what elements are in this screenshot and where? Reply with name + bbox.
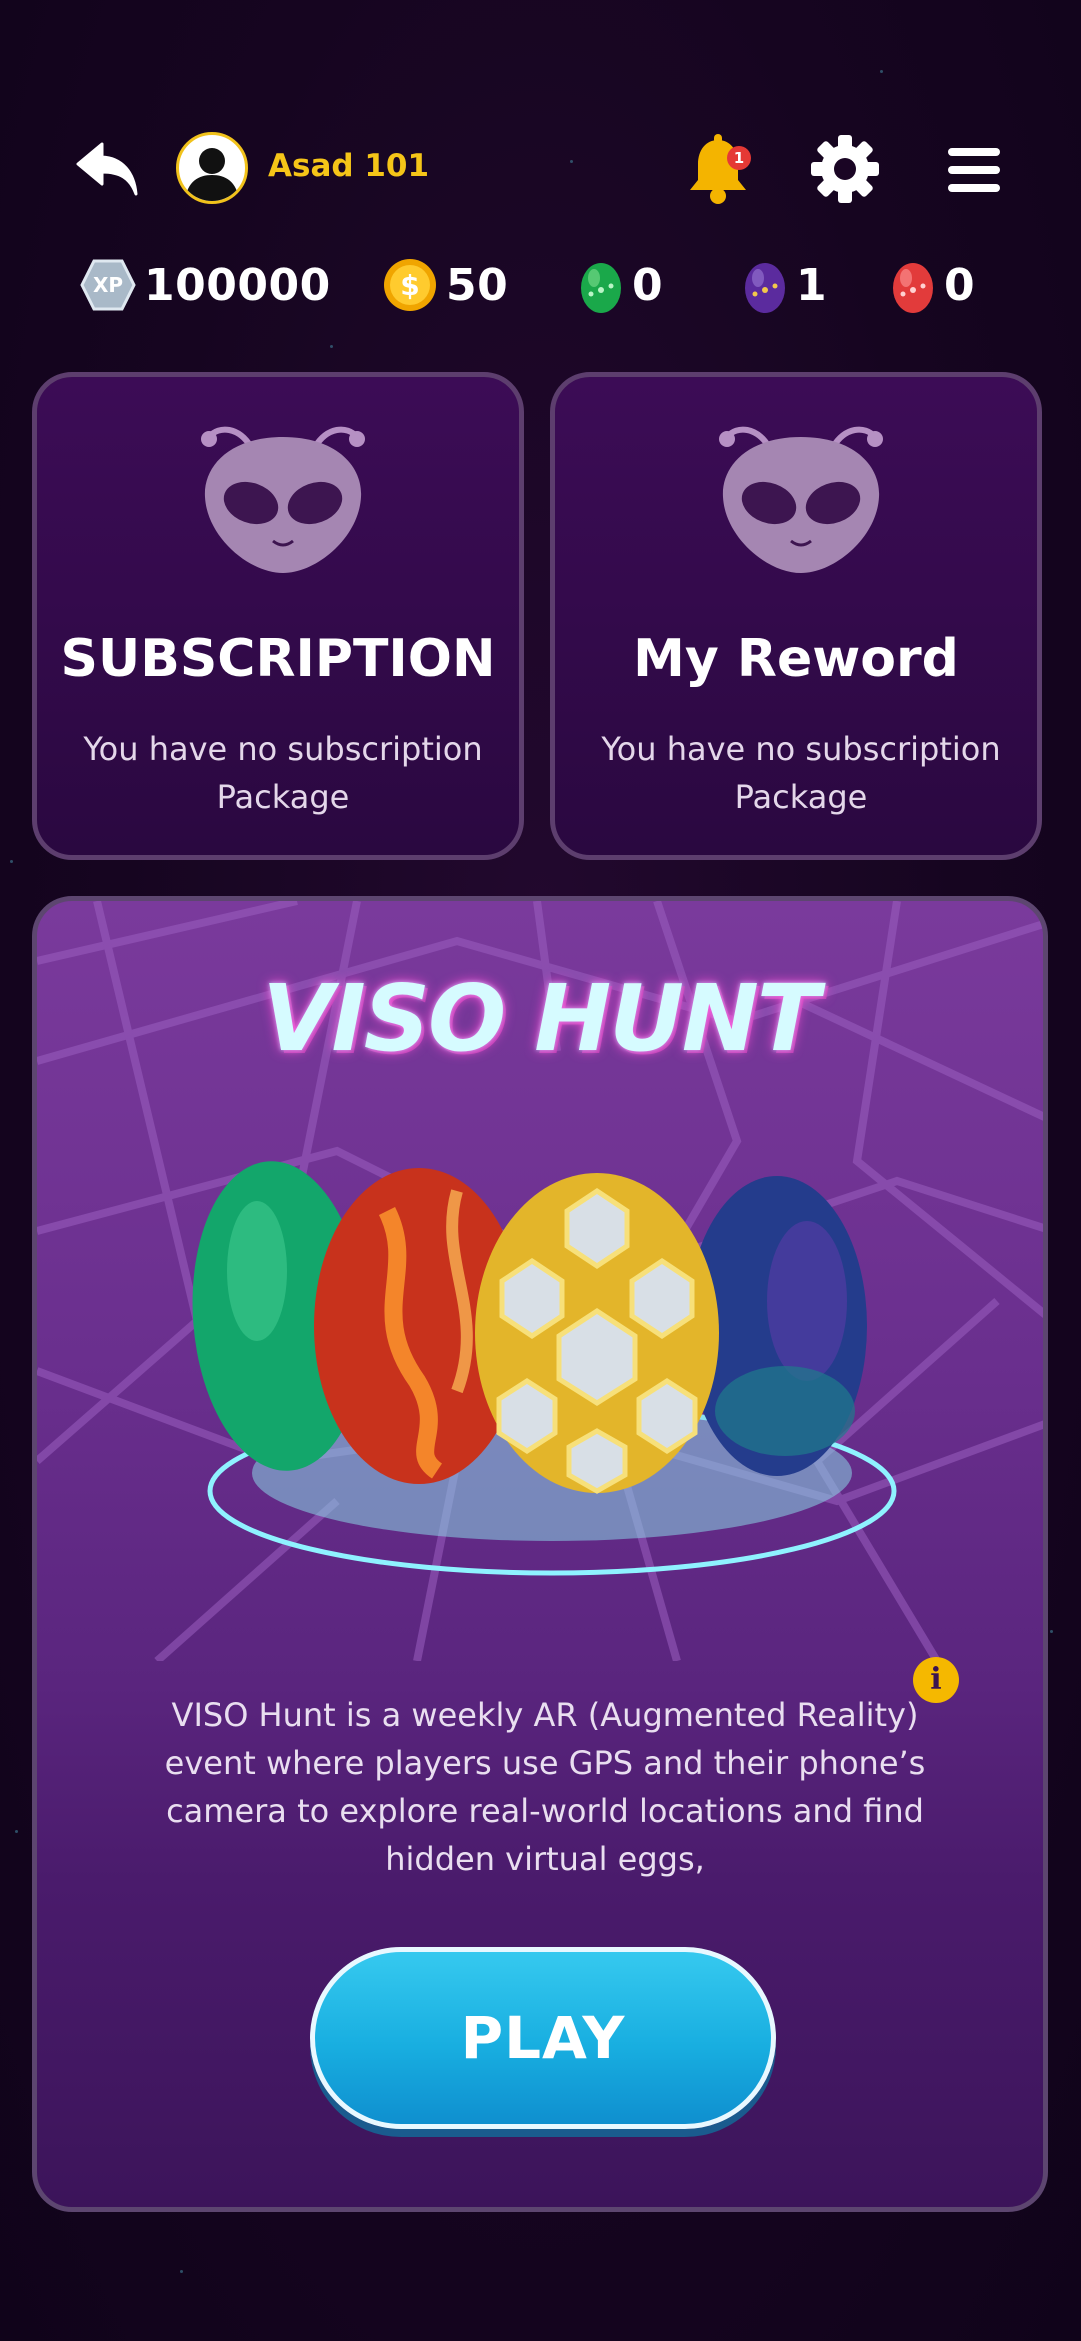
my-reword-card[interactable]: My Reword You have no subscription Packa… [550, 372, 1042, 860]
play-button[interactable]: PLAY [310, 1947, 776, 2129]
back-icon[interactable] [72, 138, 142, 200]
coin-value: 50 [446, 259, 509, 311]
eggs-illustration [192, 1161, 897, 1576]
hamburger-menu-icon[interactable] [944, 142, 1004, 198]
username: Asad 101 [268, 148, 430, 184]
red-egg-counter: 0 [890, 250, 975, 320]
subscription-description: You have no subscription Package [83, 730, 483, 816]
coin-counter: $ 50 [382, 250, 508, 320]
viso-hunt-description: VISO Hunt is a weekly AR (Augmented Real… [164, 1696, 926, 1878]
notification-badge: 1 [727, 146, 751, 170]
xp-value: 100000 [144, 259, 331, 311]
xp-counter: XP 100000 [80, 250, 331, 320]
avatar[interactable] [176, 132, 248, 204]
coin-icon: $ [384, 259, 436, 311]
red-egg-value: 0 [944, 259, 976, 311]
purple-egg-icon [745, 263, 785, 313]
svg-text:XP: XP [93, 273, 123, 297]
currency-bar: XP 100000 $ 50 0 1 0 [0, 250, 1081, 320]
gear-icon[interactable] [810, 134, 880, 204]
green-egg-counter: 0 [578, 250, 663, 320]
my-reword-description: You have no subscription Package [601, 730, 1001, 816]
alien-icon [201, 426, 365, 573]
green-egg-value: 0 [632, 259, 664, 311]
subscription-title: SUBSCRIPTION [60, 629, 496, 689]
purple-egg-value: 1 [796, 259, 828, 311]
bell-icon[interactable] [684, 134, 752, 206]
alien-icon [719, 426, 883, 573]
svg-text:$: $ [400, 269, 419, 302]
viso-hunt-panel: VISO HUNT i VISO Hunt is a weekly AR (Au… [32, 896, 1048, 2212]
my-reword-title: My Reword [633, 629, 959, 689]
purple-egg-counter: 1 [742, 250, 827, 320]
subscription-card[interactable]: SUBSCRIPTION You have no subscription Pa… [32, 372, 524, 860]
red-egg-icon [893, 263, 933, 313]
green-egg-icon [581, 263, 621, 313]
viso-hunt-title: VISO HUNT [262, 965, 819, 1072]
top-bar: Asad 101 1 [0, 120, 1081, 220]
xp-icon: XP [80, 259, 136, 311]
